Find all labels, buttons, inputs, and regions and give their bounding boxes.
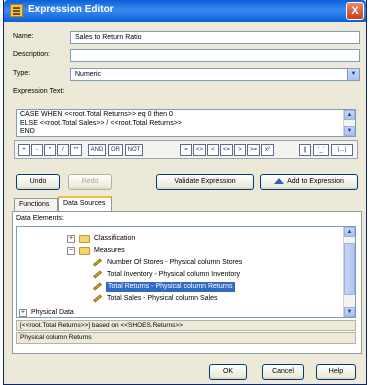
operator-button[interactable]: = [180, 144, 192, 156]
ok-button[interactable]: OK [209, 364, 247, 380]
expression-text-label: Expression Text: [13, 88, 65, 95]
folder-icon [79, 235, 90, 243]
operator-button[interactable]: / [57, 144, 69, 156]
window-title: Expression Editor [28, 4, 114, 15]
expression-line: ELSE <<root.Total Sales>> / <<root.Total… [20, 119, 182, 127]
expression-editor-icon [10, 4, 23, 17]
operator-button[interactable]: > [234, 144, 246, 156]
operator-button[interactable]: <= [220, 144, 233, 156]
element-description: Physical column Returns [16, 332, 356, 344]
validate-expression-button[interactable]: Validate Expression [156, 174, 254, 190]
operator-button[interactable]: <> [193, 144, 206, 156]
operator-button[interactable]: NOT [125, 144, 143, 156]
operator-button[interactable]: < [207, 144, 219, 156]
operator-button[interactable]: ** [70, 144, 82, 156]
operator-button[interactable]: '_' [313, 144, 329, 156]
tree-item[interactable]: Number Of Stores - Physical column Store… [107, 258, 242, 268]
type-select-value: Numeric [75, 71, 102, 78]
scroll-thumb[interactable] [344, 243, 355, 295]
measure-icon [93, 294, 102, 303]
operator-button[interactable]: OR [108, 144, 123, 156]
undo-button[interactable]: Undo [16, 174, 60, 190]
tree-node-measures[interactable]: Measures [94, 246, 125, 256]
tree-scrollbar[interactable]: ▲ ▼ [343, 227, 355, 317]
measure-icon [93, 282, 102, 291]
expand-icon[interactable]: + [67, 235, 75, 243]
name-field[interactable]: Sales to Return Ratio [70, 31, 360, 44]
expression-line: END [20, 128, 35, 135]
scroll-up-icon[interactable]: ▲ [344, 110, 355, 120]
tab-functions[interactable]: Functions [14, 198, 58, 211]
tree-node-physical-data[interactable]: Physical Data [31, 308, 74, 317]
tab-data-sources[interactable]: Data Sources [58, 196, 112, 212]
collapse-icon[interactable]: − [67, 247, 75, 255]
name-label: Name: [13, 33, 34, 40]
title-bar: Expression Editor X [4, 0, 366, 22]
measure-icon [93, 258, 102, 267]
operator-button[interactable]: || [299, 144, 311, 156]
operator-toolbar: + - * / ** AND OR NOT = <> < <= > >= x² … [14, 140, 358, 159]
operator-button[interactable]: + [18, 144, 30, 156]
expression-textarea[interactable]: CASE WHEN <<root.Total Returns>> eq 0 th… [16, 109, 356, 137]
redo-button[interactable]: Redo [68, 174, 112, 190]
tree-item[interactable]: Total Inventory - Physical column Invent… [107, 270, 240, 280]
chevron-down-icon[interactable]: ▼ [347, 69, 359, 80]
operator-button[interactable]: * [44, 144, 56, 156]
tree-node-classification[interactable]: Classification [94, 234, 135, 244]
measure-icon [93, 270, 102, 279]
data-elements-label: Data Elements: [16, 215, 64, 222]
description-label: Description: [13, 51, 50, 58]
tree-item[interactable]: Total Sales - Physical column Sales [107, 294, 218, 304]
expression-line: CASE WHEN <<root.Total Returns>> eq 0 th… [20, 111, 173, 118]
operator-button[interactable]: x² [261, 144, 274, 156]
data-elements-tree[interactable]: + Classification − Measures Number Of St… [16, 226, 356, 318]
scroll-up-icon[interactable]: ▲ [344, 227, 355, 237]
operator-button[interactable]: AND [88, 144, 106, 156]
arrow-up-icon [274, 178, 285, 185]
add-to-expression-button[interactable]: Add to Expression [260, 174, 358, 190]
scroll-down-icon[interactable]: ▼ [344, 307, 355, 317]
description-field[interactable] [70, 49, 360, 62]
cancel-button[interactable]: Cancel [262, 364, 304, 380]
type-select[interactable]: Numeric ▼ [70, 68, 360, 81]
element-info: [<<root.Total Returns>>] based on <<SHOE… [16, 320, 356, 331]
expression-editor-dialog: Expression Editor X Name: Sales to Retur… [3, 0, 367, 385]
operator-button[interactable]: >= [247, 144, 260, 156]
add-to-expression-label: Add to Expression [287, 178, 344, 185]
expression-scrollbar[interactable]: ▲ ▼ [343, 110, 355, 136]
operator-button[interactable]: (...) [331, 144, 353, 156]
expand-icon[interactable]: + [19, 309, 27, 317]
help-button[interactable]: Help [316, 364, 356, 380]
tree-item-selected[interactable]: Total Returns - Physical column Returns [106, 282, 235, 292]
type-label: Type: [13, 70, 31, 77]
scroll-down-icon[interactable]: ▼ [344, 126, 355, 136]
operator-button[interactable]: - [31, 144, 43, 156]
close-button[interactable]: X [346, 2, 364, 20]
folder-open-icon [79, 247, 90, 255]
